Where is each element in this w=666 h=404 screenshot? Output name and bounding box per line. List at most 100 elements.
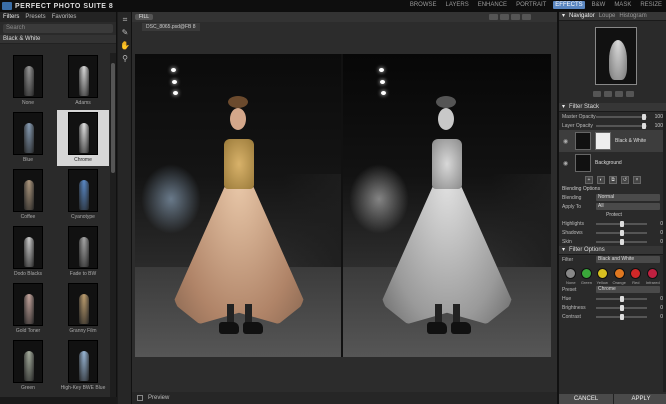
- color-filter-none[interactable]: None: [565, 268, 577, 285]
- slider-value[interactable]: 0: [651, 239, 663, 245]
- filter-options-header[interactable]: ▾ Filter Options: [559, 246, 666, 255]
- filter-select[interactable]: Black and White: [596, 256, 660, 263]
- after-photo[interactable]: [343, 54, 551, 357]
- preset-item[interactable]: Cyanotype: [57, 167, 109, 223]
- color-filter-swatch[interactable]: [596, 268, 608, 279]
- module-tab-effects[interactable]: EFFECTS: [553, 1, 585, 9]
- module-tab-portrait[interactable]: PORTRAIT: [514, 1, 548, 9]
- compare-view-button[interactable]: [511, 14, 520, 20]
- fullscreen-button[interactable]: [522, 14, 531, 20]
- slider-track[interactable]: [596, 113, 647, 120]
- slider-handle[interactable]: [619, 304, 624, 311]
- slider-handle[interactable]: [619, 238, 624, 245]
- preset-item[interactable]: Green: [2, 338, 54, 394]
- slider-value[interactable]: 0: [651, 314, 663, 320]
- duplicate-icon[interactable]: ⧉: [609, 175, 617, 184]
- hand-tool-icon[interactable]: ✋: [120, 41, 130, 51]
- tab-presets[interactable]: Presets: [25, 14, 45, 20]
- layer-row[interactable]: ◉ Black & White: [559, 130, 666, 152]
- single-view-button[interactable]: [489, 14, 498, 20]
- apply-to-select[interactable]: All: [596, 203, 660, 210]
- preset-item[interactable]: Coffee: [2, 167, 54, 223]
- layer-row[interactable]: ◉ Background: [559, 152, 666, 174]
- zoom-fit-button[interactable]: [593, 91, 601, 97]
- color-filter-yellow[interactable]: Yellow: [596, 268, 608, 285]
- split-view-button[interactable]: [500, 14, 509, 20]
- tab-filters[interactable]: Filters: [3, 14, 19, 20]
- brush-tool-icon[interactable]: ✎: [120, 28, 130, 38]
- slider-handle[interactable]: [619, 295, 624, 302]
- preset-item[interactable]: Gold Toner: [2, 281, 54, 337]
- color-filter-green[interactable]: Green: [581, 268, 592, 285]
- navigator-thumbnail[interactable]: [595, 27, 637, 85]
- tab-loupe[interactable]: Loupe: [599, 13, 616, 19]
- crop-tool-icon[interactable]: ⌗: [120, 15, 130, 25]
- zoom-fill-button[interactable]: [604, 91, 612, 97]
- slider-handle[interactable]: [619, 220, 624, 227]
- before-photo[interactable]: [135, 54, 343, 357]
- preset-item[interactable]: High-Key BWE Blue: [57, 338, 109, 394]
- tab-navigator[interactable]: Navigator: [569, 13, 595, 19]
- delete-icon[interactable]: ×: [633, 175, 641, 184]
- module-tab-browse[interactable]: BROWSE: [408, 1, 439, 9]
- color-filter-swatch[interactable]: [565, 268, 577, 279]
- slider-track[interactable]: [596, 238, 647, 245]
- slider-value[interactable]: 100: [651, 114, 663, 120]
- slider-handle[interactable]: [642, 113, 647, 120]
- tab-histogram[interactable]: Histogram: [619, 13, 646, 19]
- slider-value[interactable]: 0: [651, 230, 663, 236]
- preset-select[interactable]: Chrome: [596, 286, 660, 293]
- slider-track[interactable]: [596, 220, 647, 227]
- zoom-200-button[interactable]: [626, 91, 634, 97]
- preset-item[interactable]: Adams: [57, 53, 109, 109]
- preset-item[interactable]: Blue: [2, 110, 54, 166]
- color-filter-swatch[interactable]: [630, 268, 642, 279]
- apply-button[interactable]: APPLY: [613, 394, 666, 404]
- slider-value[interactable]: 0: [651, 221, 663, 227]
- category-header[interactable]: Black & White: [0, 35, 116, 44]
- color-filter-swatch[interactable]: [647, 268, 659, 279]
- zoom-100-button[interactable]: [615, 91, 623, 97]
- reset-icon[interactable]: ↺: [621, 175, 629, 184]
- color-filter-infrared[interactable]: Infrared: [646, 268, 660, 285]
- slider-track[interactable]: [596, 229, 647, 236]
- slider-handle[interactable]: [642, 122, 647, 129]
- file-tab[interactable]: DSC_8065.psd@FB 8: [142, 23, 200, 31]
- zoom-tool-icon[interactable]: ⚲: [120, 54, 130, 64]
- slider-track[interactable]: [596, 304, 647, 311]
- zoom-select[interactable]: FILL: [135, 14, 154, 20]
- color-filter-swatch[interactable]: [613, 268, 625, 279]
- module-tab-enhance[interactable]: ENHANCE: [476, 1, 509, 9]
- visibility-eye-icon[interactable]: ◉: [563, 138, 571, 145]
- preview-checkbox[interactable]: [137, 395, 143, 401]
- module-tab-bw[interactable]: B&W: [590, 1, 608, 9]
- add-layer-icon[interactable]: +: [585, 175, 593, 184]
- slider-track[interactable]: [596, 122, 647, 129]
- slider-track[interactable]: [596, 295, 647, 302]
- scrollbar-thumb[interactable]: [111, 63, 115, 173]
- preset-item[interactable]: None: [2, 53, 54, 109]
- color-filter-orange[interactable]: Orange: [612, 268, 626, 285]
- preset-scrollbar[interactable]: [110, 53, 116, 398]
- preset-item[interactable]: Fade to BW: [57, 224, 109, 280]
- color-filter-red[interactable]: Red: [630, 268, 642, 285]
- blending-options-header[interactable]: Blending Options: [559, 185, 666, 193]
- slider-handle[interactable]: [619, 229, 624, 236]
- preset-item[interactable]: Granny Film: [57, 281, 109, 337]
- slider-value[interactable]: 0: [651, 296, 663, 302]
- cancel-button[interactable]: CANCEL: [559, 394, 613, 404]
- color-filter-swatch[interactable]: [580, 268, 592, 279]
- search-input[interactable]: Search: [3, 24, 113, 33]
- slider-value[interactable]: 0: [651, 305, 663, 311]
- filter-stack-header[interactable]: ▾ Filter Stack: [559, 103, 666, 112]
- tab-favorites[interactable]: Favorites: [52, 14, 77, 20]
- module-tab-mask[interactable]: MASK: [612, 1, 633, 9]
- mask-icon[interactable]: ◐: [597, 175, 605, 184]
- preset-item[interactable]: Chrome: [57, 110, 109, 166]
- blending-mode-select[interactable]: Normal: [596, 194, 660, 201]
- visibility-eye-icon[interactable]: ◉: [563, 160, 571, 167]
- slider-handle[interactable]: [619, 313, 624, 320]
- slider-value[interactable]: 100: [651, 123, 663, 129]
- module-tab-resize[interactable]: RESIZE: [638, 1, 664, 9]
- slider-track[interactable]: [596, 313, 647, 320]
